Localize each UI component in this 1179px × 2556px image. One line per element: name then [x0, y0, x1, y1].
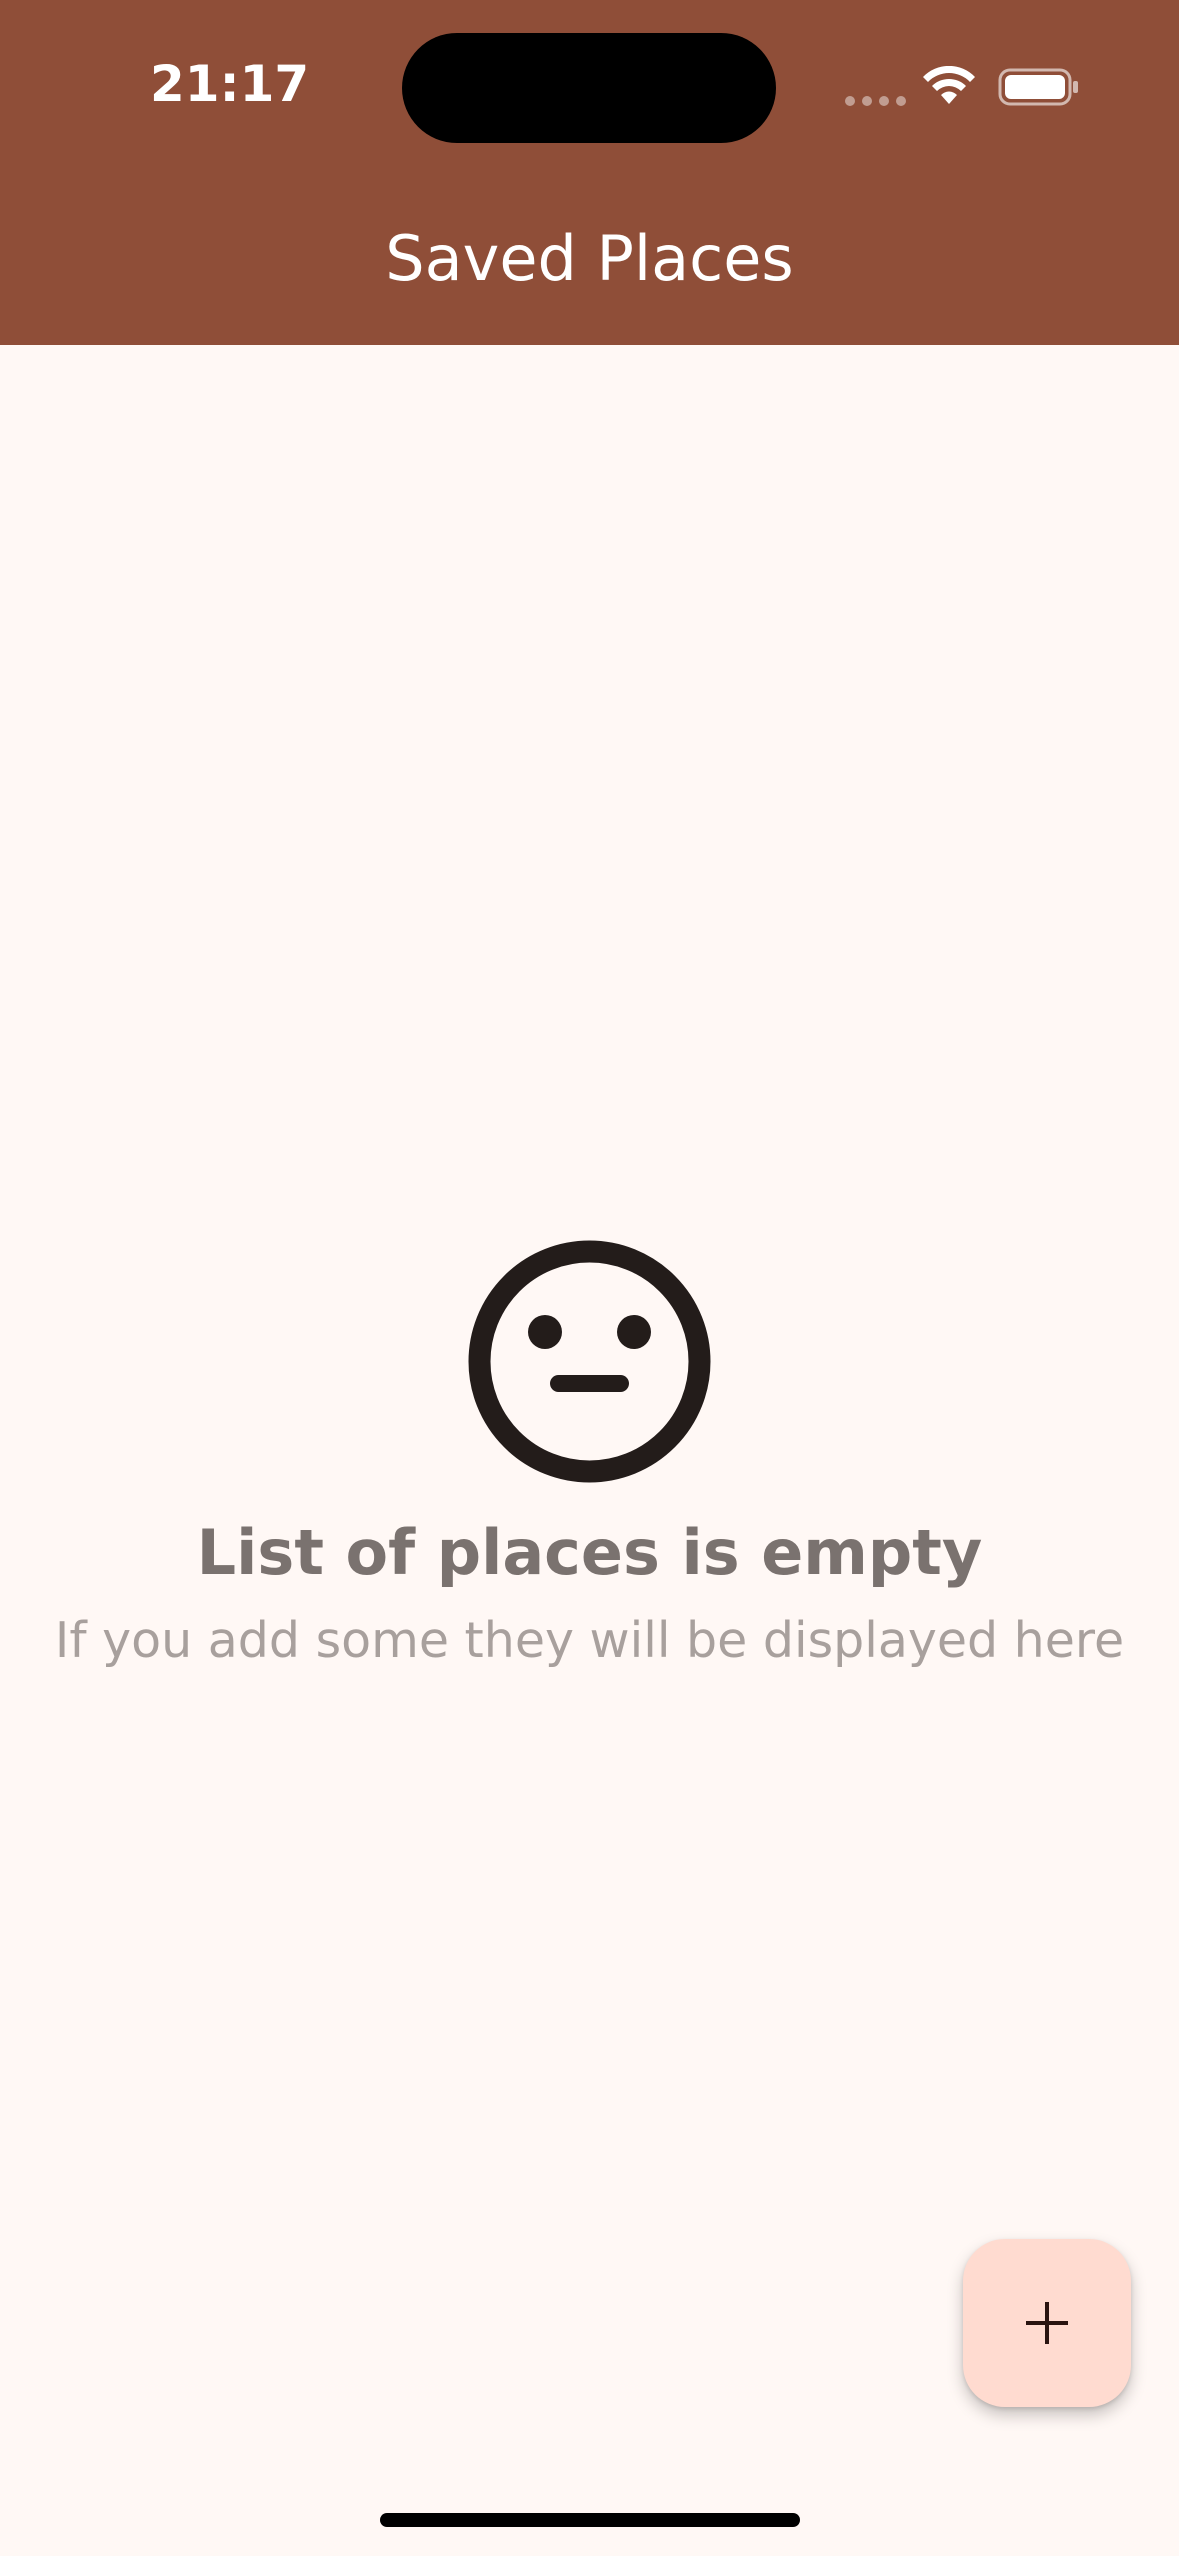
- plus-icon: [1026, 2302, 1068, 2344]
- cellular-signal-icon: [845, 96, 907, 106]
- dynamic-island: [402, 33, 776, 143]
- saved-places-screen: 21:17 Saved Places List of places is emp…: [0, 0, 1179, 2556]
- battery-icon: [998, 68, 1078, 106]
- page-title: Saved Places: [385, 222, 794, 295]
- neutral-face-icon: [468, 1240, 711, 1483]
- app-header: 21:17 Saved Places: [0, 0, 1179, 345]
- wifi-icon: [923, 66, 975, 104]
- empty-state-title: List of places is empty: [196, 1516, 983, 1589]
- add-place-button[interactable]: [963, 2239, 1131, 2407]
- empty-state-subtitle: If you add some they will be displayed h…: [54, 1612, 1125, 1669]
- home-indicator[interactable]: [380, 2513, 800, 2527]
- status-bar-time: 21:17: [150, 55, 310, 113]
